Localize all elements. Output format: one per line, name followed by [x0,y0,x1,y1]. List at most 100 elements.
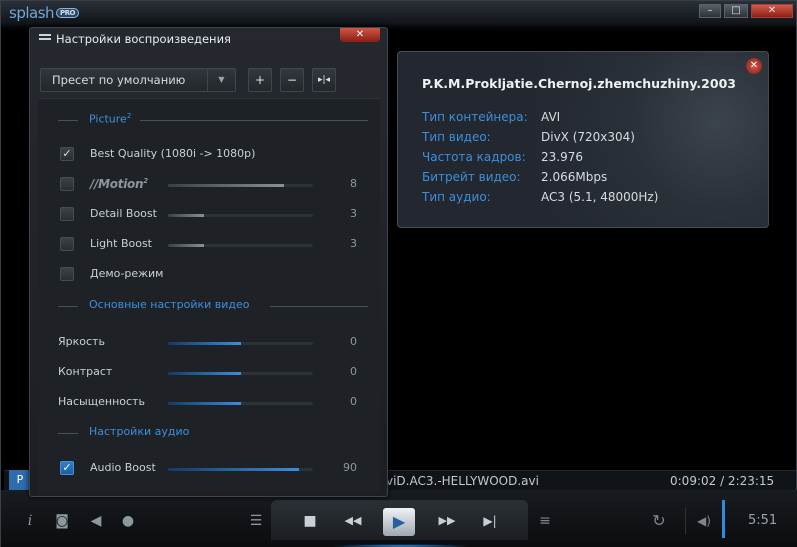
play-button[interactable]: ▶ [383,508,415,536]
panel-title: Настройки воспроизведения [56,32,231,46]
detail-boost-slider[interactable] [168,214,313,217]
detail-boost-checkbox[interactable] [60,207,74,221]
section-picture: Picture2 [58,112,368,128]
motion-slider[interactable] [168,184,313,187]
screenshot-icon[interactable]: ◙ [53,512,71,530]
logo-badge: PRO [56,8,80,18]
chevron-down-icon[interactable]: ▼ [207,69,235,91]
setting-label: Контраст [58,365,113,378]
slider-fill [168,402,241,405]
preset-value: Пресет по умолчанию [52,73,186,87]
setting-label: Audio Boost [90,461,156,474]
setting-demo-mode: Демо-режим [38,264,380,284]
volume-level-bar[interactable] [722,500,725,538]
info-key: Битрейт видео: [422,170,521,184]
info-row-audio: Тип аудио: AC3 (5.1, 48000Hz) [422,190,752,206]
setting-value: 0 [350,395,357,408]
slider-fill [168,214,205,217]
best-quality-checkbox[interactable]: ✓ [60,147,74,161]
info-close-button[interactable]: ✕ [746,58,762,74]
audio-boost-checkbox[interactable]: ✓ [60,461,74,475]
info-value: 2.066Mbps [541,170,608,184]
panel-close-button[interactable]: ✕ [340,28,380,42]
demo-mode-checkbox[interactable] [60,267,74,281]
repeat-icon[interactable]: ↻ [650,512,668,530]
info-value: DivX (720x304) [541,130,635,144]
info-row-bitrate: Битрейт видео: 2.066Mbps [422,170,752,186]
info-key: Частота кадров: [422,150,526,164]
audio-boost-slider[interactable] [168,468,313,471]
time-position: 0:09:02 / 2:23:15 [670,474,775,488]
setting-value: 8 [350,177,357,190]
info-value: AC3 (5.1, 48000Hz) [541,190,659,204]
subtitles-icon[interactable]: ● [119,512,137,530]
compare-preset-button[interactable]: ▸|◂ [312,68,336,92]
info-row-container: Тип контейнера: AVI [422,110,752,126]
setting-contrast: Контраст 0 [38,362,380,382]
info-key: Тип аудио: [422,190,491,204]
info-row-video: Тип видео: DivX (720x304) [422,130,752,146]
setting-detail-boost: Detail Boost 3 [38,204,380,224]
rewind-icon[interactable]: ◀◀ [341,512,365,530]
slider-fill [168,184,284,187]
next-icon[interactable]: ▶| [479,512,501,530]
section-label: Picture2 [89,112,132,126]
saturation-slider[interactable] [168,402,313,405]
window-close-button[interactable]: ✕ [751,4,793,18]
info-value: AVI [541,110,561,124]
playback-settings-panel: Настройки воспроизведения ✕ Пресет по ум… [29,27,388,497]
setting-value: 0 [350,335,357,348]
file-name: viD.AC3.-HELLYWOOD.avi [386,474,539,488]
setting-motion: //Motion2 8 [38,174,380,194]
settings-icon[interactable]: ☰ [247,512,265,530]
settings-list: Picture2 ✓ Best Quality (1080i -> 1080p)… [38,98,380,493]
light-boost-slider[interactable] [168,244,313,247]
playlist-tab[interactable]: P [9,470,31,490]
playlist-icon[interactable]: ≡ [536,512,554,530]
setting-best-quality: ✓ Best Quality (1080i -> 1080p) [38,144,380,164]
remove-preset-button[interactable]: − [280,68,304,92]
volume-icon[interactable]: ◀) [691,512,717,530]
info-key: Тип видео: [422,130,491,144]
info-row-framerate: Частота кадров: 23.976 [422,150,752,166]
minimize-button[interactable]: – [699,4,721,18]
preset-select[interactable]: Пресет по умолчанию ▼ [40,68,236,92]
setting-label: Best Quality (1080i -> 1080p) [90,147,256,160]
section-video: Основные настройки видео [58,298,368,314]
motion-checkbox[interactable] [60,177,74,191]
slider-fill [168,468,299,471]
slider-fill [168,342,241,345]
setting-label: Яркость [58,335,105,348]
brightness-slider[interactable] [168,342,313,345]
stop-icon[interactable]: ■ [301,512,319,530]
slider-fill [168,244,205,247]
media-info-card: ✕ P.K.M.Prokljatie.Chernoj.zhemchuzhiny.… [397,51,769,228]
setting-value: 90 [343,461,357,474]
setting-value: 3 [350,207,357,220]
player-window: splash PRO – □ ✕ ✕ P.K.M.Prokljatie.Chern… [0,0,797,547]
section-audio: Настройки аудио [58,425,368,441]
light-boost-checkbox[interactable] [60,237,74,251]
section-label: Основные настройки видео [89,298,250,311]
app-logo: splash PRO [9,4,80,22]
motion-logo: //Motion2 [90,177,148,191]
remaining-time: 5:51 [748,513,778,528]
logo-text: splash [9,4,55,22]
settings-sliders-icon [39,34,51,44]
setting-label: Detail Boost [90,207,157,220]
media-title: P.K.M.Prokljatie.Chernoj.zhemchuzhiny.20… [422,76,736,91]
setting-saturation: Насыщенность 0 [38,392,380,412]
setting-label: Light Boost [90,237,152,250]
setting-audio-boost: ✓ Audio Boost 90 [38,458,380,478]
maximize-button[interactable]: □ [724,4,748,18]
setting-brightness: Яркость 0 [38,332,380,352]
info-icon[interactable]: i [21,512,39,530]
fast-forward-icon[interactable]: ▶▶ [435,512,459,530]
add-preset-button[interactable]: + [248,68,272,92]
contrast-slider[interactable] [168,372,313,375]
setting-light-boost: Light Boost 3 [38,234,380,254]
audio-track-icon[interactable]: ◀ [87,512,105,530]
volume-separator [685,508,686,534]
setting-value: 3 [350,237,357,250]
info-key: Тип контейнера: [422,110,528,124]
